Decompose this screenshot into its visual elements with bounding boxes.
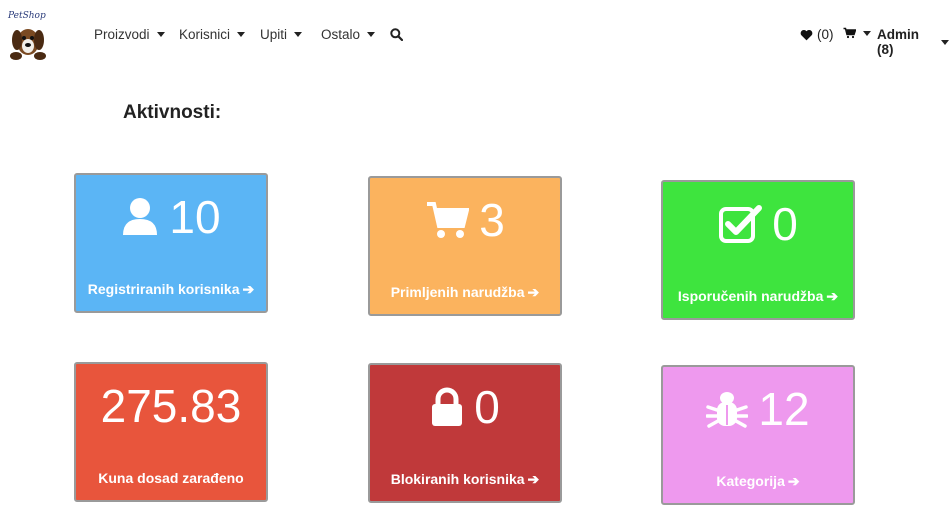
arrow-right-icon: ➔ (787, 473, 800, 489)
card-header: 0 (663, 196, 853, 252)
checkbox-icon (719, 205, 763, 243)
card-value: 10 (169, 191, 221, 243)
navbar: PetShop Proizvodi Korisnici Upiti Ostalo (0, 0, 949, 72)
bug-icon (706, 392, 749, 428)
wishlist-button[interactable]: (0) (800, 27, 834, 42)
card-delivered-orders[interactable]: 0 Isporučenih narudžba ➔ (661, 180, 855, 320)
card-label: Registriranih korisnika (87, 281, 240, 297)
card-value: 12 (758, 383, 810, 435)
card-header: 12 (663, 381, 853, 437)
card-blocked-users[interactable]: 0 Blokiranih korisnika ➔ (368, 363, 562, 503)
card-value: 0 (474, 381, 500, 433)
card-link[interactable]: Registriranih korisnika ➔ (76, 281, 266, 298)
nav-proizvodi-label: Proizvodi (94, 27, 150, 42)
card-link[interactable]: Blokiranih korisnika ➔ (370, 471, 560, 488)
arrow-right-icon: ➔ (527, 471, 540, 487)
search-icon (390, 28, 403, 41)
card-header: 275.83 (76, 378, 266, 434)
caret-down-icon (863, 30, 871, 36)
card-link[interactable]: Kuna dosad zarađeno (76, 470, 266, 486)
wishlist-count: (0) (817, 27, 834, 42)
card-value: 0 (772, 198, 798, 250)
card-label: Blokiranih korisnika (390, 471, 525, 487)
caret-down-icon (237, 32, 246, 37)
card-header: 10 (76, 189, 266, 245)
card-registered-users[interactable]: 10 Registriranih korisnika ➔ (74, 173, 268, 313)
caret-down-icon (367, 32, 376, 37)
lock-icon (432, 387, 463, 426)
nav-upiti[interactable]: Upiti (260, 27, 303, 42)
petshop-logo[interactable]: PetShop (6, 8, 52, 62)
cart-icon (427, 202, 470, 238)
arrow-right-icon: ➔ (242, 281, 255, 297)
card-link[interactable]: Isporučenih narudžba ➔ (663, 288, 853, 305)
caret-down-icon (156, 32, 165, 37)
page-title: Aktivnosti: (123, 102, 222, 123)
logo-text: PetShop (7, 11, 46, 21)
cart-icon (843, 27, 856, 39)
card-header: 3 (370, 192, 560, 248)
user-icon (123, 198, 158, 235)
nav-upiti-label: Upiti (260, 27, 288, 42)
nav-korisnici[interactable]: Korisnici (179, 27, 246, 42)
cart-button[interactable] (843, 27, 871, 39)
heart-icon (800, 29, 813, 40)
nav-proizvodi[interactable]: Proizvodi (94, 27, 165, 42)
arrow-right-icon: ➔ (527, 284, 540, 300)
nav-ostalo-label: Ostalo (321, 27, 361, 42)
card-label: Kuna dosad zarađeno (98, 470, 244, 486)
card-earnings[interactable]: 275.83 Kuna dosad zarađeno (74, 362, 268, 502)
admin-menu[interactable]: Admin (8) (877, 27, 949, 57)
card-label: Primljenih narudžba (390, 284, 525, 300)
card-header: 0 (370, 379, 560, 435)
card-categories[interactable]: 12 Kategorija ➔ (661, 365, 855, 505)
card-label: Kategorija (716, 473, 785, 489)
search-button[interactable] (390, 28, 403, 41)
card-value: 275.83 (100, 380, 242, 432)
nav-korisnici-label: Korisnici (179, 27, 231, 42)
caret-down-icon (941, 39, 949, 45)
admin-label: Admin (8) (877, 27, 919, 57)
card-link[interactable]: Primljenih narudžba ➔ (370, 284, 560, 301)
card-link[interactable]: Kategorija ➔ (663, 473, 853, 490)
caret-down-icon (294, 32, 303, 37)
arrow-right-icon: ➔ (826, 288, 839, 304)
card-label: Isporučenih narudžba (677, 288, 824, 304)
card-value: 3 (479, 194, 505, 246)
nav-ostalo[interactable]: Ostalo (321, 27, 376, 42)
card-received-orders[interactable]: 3 Primljenih narudžba ➔ (368, 176, 562, 316)
